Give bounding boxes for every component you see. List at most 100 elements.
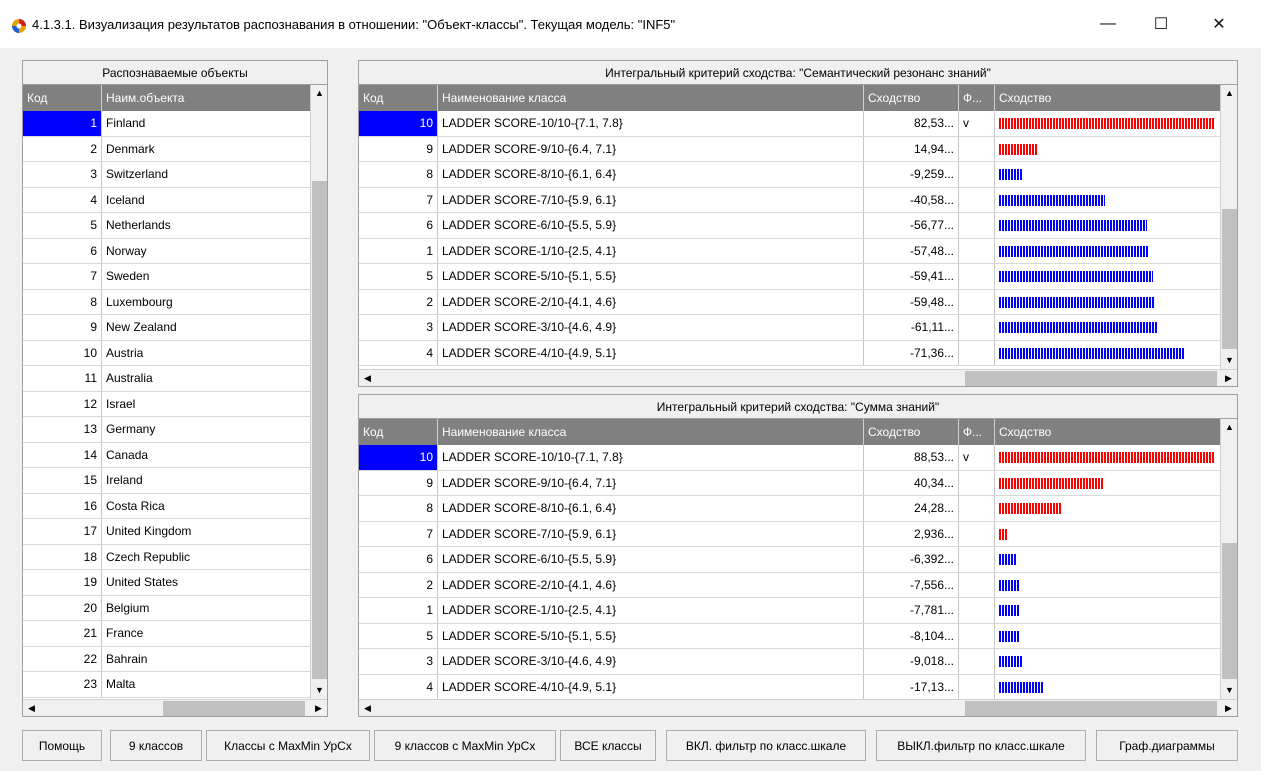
sum-hscroll-thumb[interactable]	[965, 701, 1217, 716]
objects-hscroll-thumb[interactable]	[163, 701, 305, 716]
table-row[interactable]: 1 Finland	[23, 111, 311, 137]
table-row[interactable]: 15 Ireland	[23, 468, 311, 494]
similarity-bar	[999, 605, 1019, 616]
filter-on-button[interactable]: ВКЛ. фильтр по класс.шкале	[666, 730, 866, 761]
table-row[interactable]: 4 Iceland	[23, 187, 311, 213]
table-row[interactable]: 3 LADDER SCORE-3/10-{4.6, 4.9} -9,018...	[359, 649, 1221, 675]
col-header-code[interactable]: Код	[359, 419, 438, 445]
objects-vscroll-thumb[interactable]	[312, 181, 327, 679]
row-class-name: LADDER SCORE-9/10-{6.4, 7.1}	[438, 470, 864, 495]
table-row[interactable]: 9 LADDER SCORE-9/10-{6.4, 7.1} 14,94...	[359, 136, 1221, 162]
semantic-hscroll-thumb[interactable]	[965, 371, 1217, 386]
col-header-object-name[interactable]: Наим.объекта	[102, 85, 311, 111]
table-row[interactable]: 20 Belgium	[23, 595, 311, 621]
maxmin-classes-button[interactable]: Классы с MaxMin УрСх	[206, 730, 370, 761]
objects-horizontal-scrollbar[interactable]: ◀ ▶	[23, 699, 327, 716]
help-button[interactable]: Помощь	[22, 730, 102, 761]
col-header-similarity[interactable]: Сходство	[864, 419, 959, 445]
table-row[interactable]: 2 LADDER SCORE-2/10-{4.1, 4.6} -59,48...	[359, 289, 1221, 315]
col-header-code[interactable]: Код	[23, 85, 102, 111]
table-row[interactable]: 18 Czech Republic	[23, 544, 311, 570]
scroll-up-arrow-icon[interactable]: ▲	[311, 85, 327, 102]
scroll-up-arrow-icon[interactable]: ▲	[1221, 85, 1237, 102]
objects-grid[interactable]: Код Наим.объекта 1 Finland 2 Denmark 3 Switze…	[22, 84, 328, 717]
col-header-f[interactable]: Ф...	[959, 419, 995, 445]
table-row[interactable]: 6 LADDER SCORE-6/10-{5.5, 5.9} -56,77...	[359, 213, 1221, 239]
charts-button[interactable]: Граф.диаграммы	[1096, 730, 1238, 761]
col-header-f[interactable]: Ф...	[959, 85, 995, 111]
table-row[interactable]: 9 LADDER SCORE-9/10-{6.4, 7.1} 40,34...	[359, 470, 1221, 496]
scroll-up-arrow-icon[interactable]: ▲	[1221, 419, 1237, 436]
sum-horizontal-scrollbar[interactable]: ◀ ▶	[359, 699, 1237, 716]
row-class-name: LADDER SCORE-5/10-{5.1, 5.5}	[438, 623, 864, 648]
table-row[interactable]: 6 LADDER SCORE-6/10-{5.5, 5.9} -6,392...	[359, 547, 1221, 573]
scroll-right-arrow-icon[interactable]: ▶	[1220, 700, 1237, 716]
table-row[interactable]: 3 Switzerland	[23, 162, 311, 188]
table-row[interactable]: 7 LADDER SCORE-7/10-{5.9, 6.1} 2,936...	[359, 521, 1221, 547]
table-row[interactable]: 8 LADDER SCORE-8/10-{6.1, 6.4} -9,259...	[359, 162, 1221, 188]
scroll-down-arrow-icon[interactable]: ▼	[1221, 682, 1237, 699]
table-row[interactable]: 5 Netherlands	[23, 213, 311, 239]
close-button[interactable]: ✕	[1196, 0, 1242, 48]
nine-maxmin-classes-button[interactable]: 9 классов с MaxMin УрСх	[374, 730, 556, 761]
col-header-similarity-bar[interactable]: Сходство	[995, 419, 1221, 445]
table-row[interactable]: 11 Australia	[23, 366, 311, 392]
table-row[interactable]: 10 LADDER SCORE-10/10-{7.1, 7.8} 88,53... v	[359, 445, 1221, 471]
table-row[interactable]: 7 Sweden	[23, 264, 311, 290]
table-row[interactable]: 10 LADDER SCORE-10/10-{7.1, 7.8} 82,53... v	[359, 111, 1221, 137]
semantic-horizontal-scrollbar[interactable]: ◀ ▶	[359, 369, 1237, 386]
semantic-grid[interactable]: Код Наименование класса Сходство Ф... Сх…	[358, 84, 1238, 387]
table-row[interactable]: 19 United States	[23, 570, 311, 596]
table-row[interactable]: 8 Luxembourg	[23, 289, 311, 315]
similarity-bar	[999, 452, 1215, 463]
sum-vscroll-thumb[interactable]	[1222, 543, 1237, 679]
semantic-vscroll-thumb[interactable]	[1222, 209, 1237, 349]
scroll-right-arrow-icon[interactable]: ▶	[1220, 370, 1237, 386]
minimize-button[interactable]: —	[1085, 0, 1131, 48]
table-row[interactable]: 4 LADDER SCORE-4/10-{4.9, 5.1} -71,36...	[359, 340, 1221, 366]
table-row[interactable]: 5 LADDER SCORE-5/10-{5.1, 5.5} -8,104...	[359, 623, 1221, 649]
all-classes-button[interactable]: ВСЕ классы	[560, 730, 656, 761]
table-row[interactable]: 7 LADDER SCORE-7/10-{5.9, 6.1} -40,58...	[359, 187, 1221, 213]
row-similarity-value: -40,58...	[864, 187, 959, 212]
table-row[interactable]: 8 LADDER SCORE-8/10-{6.1, 6.4} 24,28...	[359, 496, 1221, 522]
table-row[interactable]: 22 Bahrain	[23, 646, 311, 672]
scroll-right-arrow-icon[interactable]: ▶	[310, 700, 327, 716]
table-row[interactable]: 13 Germany	[23, 417, 311, 443]
maximize-button[interactable]: ☐	[1138, 0, 1184, 48]
scroll-left-arrow-icon[interactable]: ◀	[359, 370, 376, 386]
table-row[interactable]: 10 Austria	[23, 340, 311, 366]
table-row[interactable]: 17 United Kingdom	[23, 519, 311, 545]
col-header-class-name[interactable]: Наименование класса	[438, 85, 864, 111]
table-row[interactable]: 2 Denmark	[23, 136, 311, 162]
table-row[interactable]: 4 LADDER SCORE-4/10-{4.9, 5.1} -17,13...	[359, 674, 1221, 700]
sum-grid[interactable]: Код Наименование класса Сходство Ф... Сх…	[358, 418, 1238, 717]
table-row[interactable]: 23 Malta	[23, 672, 311, 698]
table-row[interactable]: 1 LADDER SCORE-1/10-{2.5, 4.1} -57,48...	[359, 238, 1221, 264]
col-header-code[interactable]: Код	[359, 85, 438, 111]
col-header-similarity-bar[interactable]: Сходство	[995, 85, 1221, 111]
nine-classes-button[interactable]: 9 классов	[110, 730, 202, 761]
table-row[interactable]: 2 LADDER SCORE-2/10-{4.1, 4.6} -7,556...	[359, 572, 1221, 598]
table-row[interactable]: 6 Norway	[23, 238, 311, 264]
filter-off-button[interactable]: ВЫКЛ.фильтр по класс.шкале	[876, 730, 1086, 761]
row-similarity-value: -9,018...	[864, 649, 959, 674]
table-row[interactable]: 12 Israel	[23, 391, 311, 417]
scroll-left-arrow-icon[interactable]: ◀	[23, 700, 40, 716]
row-similarity-bar-cell	[995, 238, 1221, 263]
scroll-down-arrow-icon[interactable]: ▼	[1221, 352, 1237, 369]
scroll-left-arrow-icon[interactable]: ◀	[359, 700, 376, 716]
table-row[interactable]: 21 France	[23, 621, 311, 647]
scroll-down-arrow-icon[interactable]: ▼	[311, 682, 327, 699]
table-row[interactable]: 14 Canada	[23, 442, 311, 468]
col-header-similarity[interactable]: Сходство	[864, 85, 959, 111]
table-row[interactable]: 5 LADDER SCORE-5/10-{5.1, 5.5} -59,41...	[359, 264, 1221, 290]
objects-vertical-scrollbar[interactable]: ▲ ▼	[310, 85, 327, 699]
table-row[interactable]: 16 Costa Rica	[23, 493, 311, 519]
table-row[interactable]: 9 New Zealand	[23, 315, 311, 341]
sum-vertical-scrollbar[interactable]: ▲ ▼	[1220, 419, 1237, 699]
table-row[interactable]: 3 LADDER SCORE-3/10-{4.6, 4.9} -61,11...	[359, 315, 1221, 341]
table-row[interactable]: 1 LADDER SCORE-1/10-{2.5, 4.1} -7,781...	[359, 598, 1221, 624]
col-header-class-name[interactable]: Наименование класса	[438, 419, 864, 445]
semantic-vertical-scrollbar[interactable]: ▲ ▼	[1220, 85, 1237, 369]
